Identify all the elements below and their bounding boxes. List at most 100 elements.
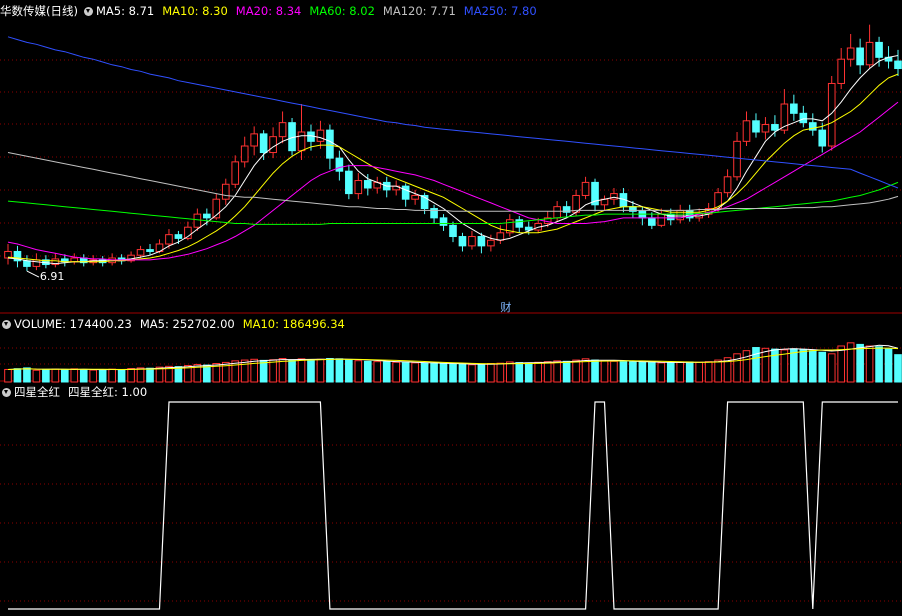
candle-body [23,260,31,267]
candle-body [496,232,505,241]
volume-bar [818,351,827,383]
candle-body [458,236,467,247]
volume-bar [648,362,656,383]
volume-bar [203,364,211,383]
volume-bar [297,358,306,383]
volume-bar [51,368,60,383]
volume-bar [382,361,391,383]
candle-body [297,131,306,152]
volume-bar [23,367,31,383]
candle-body [648,217,656,226]
volume-bar [894,354,902,383]
volume-bar [875,346,883,383]
volume-bar [629,361,637,383]
volume-bar [430,363,438,383]
volume-bar [468,364,476,383]
volume-bar [392,361,401,383]
candle-body [875,41,883,58]
volume-bar [790,348,798,383]
volume-bar [231,360,240,383]
candle-body [316,129,325,142]
candle-body [610,193,618,200]
low-price-pointer [26,270,40,278]
candle-body [411,194,419,200]
volume-bar [666,362,675,383]
volume-bar [240,359,249,383]
volume-bar [524,362,533,383]
volume-bar [174,366,183,383]
candle-body [846,47,855,60]
candle-body [335,157,344,172]
volume-bar [79,368,88,383]
volume-bar [127,368,135,383]
volume-bar [363,360,372,383]
volume-bar [146,367,154,383]
candle-body [401,185,410,200]
volume-bar [657,362,666,383]
volume-bar [562,360,571,383]
candle-body [856,47,864,66]
low-price-label: 6.91 [40,269,73,285]
candle-body [240,145,249,163]
volume-bar [449,363,457,383]
volume-bar [13,368,22,383]
volume-bar [600,360,609,383]
candle-body [363,180,372,189]
volume-bar [373,361,382,383]
finance-marker-text: 财 [500,301,512,314]
candle-body [136,249,145,256]
volume-bar [98,369,107,383]
candle-body [553,206,561,219]
candle-body [752,120,760,133]
volume-bar [505,361,514,383]
volume-bar [307,359,315,383]
candle-body [439,217,448,226]
volume-bar [117,368,126,383]
candle-body [761,124,770,133]
candle-body [146,249,154,252]
candle-body [354,180,363,195]
volume-bar [619,361,628,383]
candle-body [771,124,779,131]
candle-body [326,129,334,159]
candle-body [259,133,268,154]
candle-body [837,58,846,84]
candle-body [269,136,277,154]
candle-body [818,129,827,147]
volume-bar [259,359,268,383]
volume-bar [439,363,448,383]
ma-line-ma250 [7,36,899,189]
volume-bar [70,368,79,383]
volume-bar [60,369,69,383]
volume-bar [695,361,703,383]
volume-bar [856,343,864,383]
candle-body [742,120,751,142]
volume-bar [685,361,694,383]
volume-bar [638,361,647,383]
volume-bar [354,360,363,383]
volume-bar [32,369,41,383]
volume-bar [401,362,410,383]
candle-body [70,257,79,263]
volume-bar [591,359,599,383]
candle-body [345,170,353,195]
candle-body [165,234,173,245]
candle-body [449,224,457,238]
candle-body [487,239,495,247]
volume-bar [250,358,258,383]
volume-bar [108,368,116,383]
finance-marker[interactable]: 财 [500,300,519,316]
candle-body [193,213,202,228]
candle-body [657,213,666,226]
volume-bar [714,359,722,383]
volume-bar [345,359,353,383]
volume-bar [411,362,419,383]
volume-bar [771,348,779,383]
chart-canvas[interactable] [0,0,902,616]
volume-bar [89,369,98,383]
volume-bar [752,347,760,383]
volume-bar [543,361,552,383]
volume-bar [827,353,836,383]
candle-body [865,41,874,66]
volume-bar [808,350,817,383]
